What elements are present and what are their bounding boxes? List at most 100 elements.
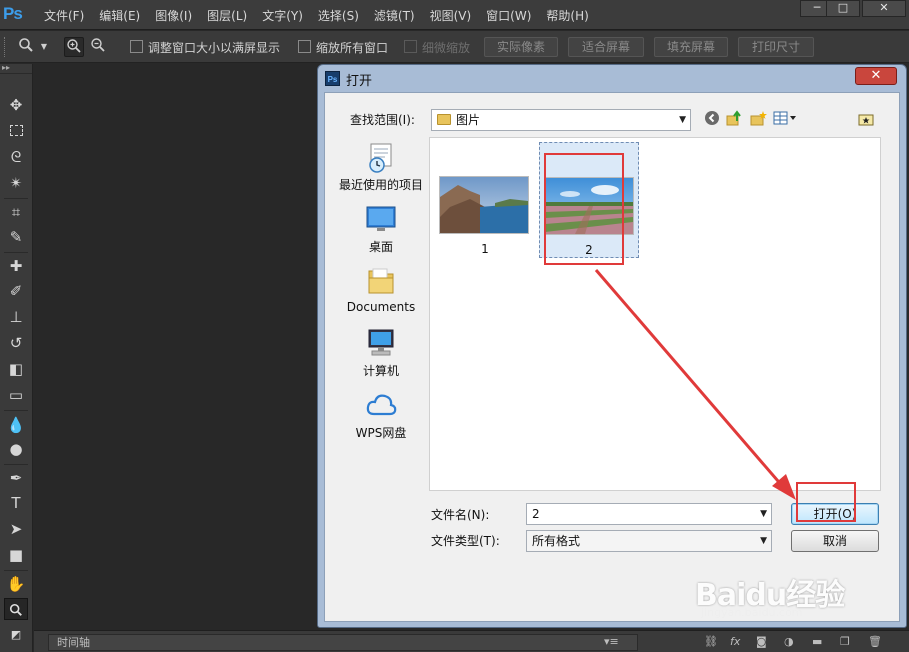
cancel-button[interactable]: 取消 <box>791 530 879 552</box>
menu-filter[interactable]: 滤镜(T) <box>374 7 415 24</box>
tools-panel-grip[interactable]: ▸▸ <box>0 64 32 74</box>
move-tool-icon[interactable]: ✥ <box>4 94 28 116</box>
lasso-tool-icon[interactable]: ᘓ <box>4 146 28 168</box>
file-item[interactable]: 1 <box>435 142 535 258</box>
healing-brush-tool-icon[interactable]: ✚ <box>4 255 28 277</box>
options-bar: ▼ 调整窗口大小以满屏显示 缩放所有窗口 细微缩放 实际像素 适合屏幕 填充屏幕… <box>0 31 909 63</box>
new-layer-icon[interactable]: ❐ <box>840 635 850 648</box>
dialog-titlebar[interactable]: Ps 打开 ✕ <box>318 65 906 91</box>
chevron-down-icon[interactable]: ▼ <box>760 531 767 551</box>
resize-windows-checkbox[interactable] <box>130 40 143 53</box>
folder-icon <box>365 265 397 297</box>
desktop-icon <box>365 203 397 235</box>
recent-items-icon <box>365 141 397 173</box>
new-folder-icon[interactable] <box>749 110 767 128</box>
menu-layer[interactable]: 图层(L) <box>207 7 247 24</box>
history-brush-tool-icon[interactable]: ↺ <box>4 332 28 354</box>
color-swatches-icon[interactable]: ◩ <box>4 624 28 646</box>
blur-tool-icon[interactable]: 💧 <box>4 414 28 436</box>
open-file-dialog: Ps 打开 ✕ 查找范围(I): 图片 ▼ 最近使用的项目 桌面 Documen… <box>317 64 907 628</box>
filename-label: 文件名(N): <box>431 508 490 522</box>
new-group-icon[interactable]: ▬ <box>812 635 822 648</box>
path-selection-tool-icon[interactable]: ➤ <box>4 518 28 540</box>
places-sidebar: 最近使用的项目 桌面 Documents 计算机 WPS网盘 <box>331 137 431 555</box>
delete-layer-icon[interactable]: 🗑 <box>868 635 882 648</box>
chevron-down-icon[interactable]: ▼ <box>760 504 767 524</box>
image-thumbnail <box>439 176 529 234</box>
rectangle-tool-icon[interactable]: ■ <box>4 544 28 566</box>
place-label: WPS网盘 <box>355 426 407 440</box>
magic-wand-tool-icon[interactable]: ✴ <box>4 172 28 194</box>
eraser-tool-icon[interactable]: ◧ <box>4 358 28 380</box>
look-in-combobox[interactable]: 图片 ▼ <box>431 109 691 131</box>
zoom-in-icon[interactable] <box>64 37 84 57</box>
hand-tool-icon[interactable]: ✋ <box>4 573 28 595</box>
close-button[interactable]: ✕ <box>862 0 906 17</box>
maximize-button[interactable]: □ <box>826 0 860 17</box>
menu-help[interactable]: 帮助(H) <box>546 7 588 24</box>
annotation-highlight-file <box>544 153 624 265</box>
place-wps-cloud[interactable]: WPS网盘 <box>331 389 431 441</box>
place-label: Documents <box>346 300 416 314</box>
adjustment-layer-icon[interactable]: ◑ <box>784 635 794 648</box>
tool-preset-dropdown-icon[interactable]: ▼ <box>38 37 50 57</box>
computer-icon <box>365 327 397 359</box>
pen-tool-icon[interactable]: ✒ <box>4 467 28 489</box>
baidu-jingyan-watermark: Baidu经验 jingyan.baidu.com <box>695 570 845 619</box>
folder-icon <box>437 114 451 125</box>
menu-type[interactable]: 文字(Y) <box>262 7 303 24</box>
actual-pixels-button[interactable]: 实际像素 <box>484 37 558 57</box>
bridge-folder-icon[interactable] <box>857 110 875 128</box>
menu-image[interactable]: 图像(I) <box>155 7 192 24</box>
filename-input[interactable]: 2 ▼ <box>526 503 772 525</box>
panel-menu-icon[interactable]: ▾≡ <box>604 635 619 648</box>
zoom-all-windows-checkbox[interactable] <box>298 40 311 53</box>
fit-screen-button[interactable]: 适合屏幕 <box>568 37 644 57</box>
type-tool-icon[interactable]: T <box>4 492 28 514</box>
menu-select[interactable]: 选择(S) <box>318 7 359 24</box>
scrubby-zoom-label: 细微缩放 <box>422 41 471 55</box>
look-in-value: 图片 <box>456 113 481 127</box>
link-layers-icon[interactable]: ⛓ <box>704 635 718 648</box>
dodge-tool-icon[interactable]: ● <box>4 438 28 460</box>
crop-tool-icon[interactable]: ⌗ <box>4 201 28 223</box>
menu-edit[interactable]: 编辑(E) <box>99 7 140 24</box>
place-desktop[interactable]: 桌面 <box>331 203 431 255</box>
filetype-value: 所有格式 <box>532 534 581 548</box>
zoom-out-icon[interactable] <box>88 37 108 57</box>
filetype-select[interactable]: 所有格式 ▼ <box>526 530 772 552</box>
menu-view[interactable]: 视图(V) <box>430 7 472 24</box>
marquee-tool-icon[interactable] <box>4 120 28 142</box>
file-name: 1 <box>481 242 489 256</box>
up-folder-icon[interactable] <box>725 110 743 128</box>
scrubby-zoom-checkbox[interactable] <box>404 40 417 53</box>
photoshop-app-icon: Ps <box>325 71 340 86</box>
tools-panel: ▸▸ ✥ ᘓ ✴ ⌗ ✎ ✚ ✐ ⊥ ↺ ◧ ▭ 💧 ● ✒ T ➤ ■ ✋ ◩ <box>0 64 33 652</box>
layer-mask-icon[interactable]: ◙ <box>756 635 767 648</box>
zoom-tool-active-icon[interactable] <box>4 598 28 620</box>
gradient-tool-icon[interactable]: ▭ <box>4 384 28 406</box>
eyedropper-tool-icon[interactable]: ✎ <box>4 226 28 248</box>
menu-window[interactable]: 窗口(W) <box>486 7 531 24</box>
filename-value: 2 <box>532 507 540 521</box>
brush-tool-icon[interactable]: ✐ <box>4 280 28 302</box>
place-documents[interactable]: Documents <box>331 265 431 314</box>
timeline-panel-bar: 时间轴 ▾≡ ⛓ fx ◙ ◑ ▬ ❐ 🗑 <box>34 630 909 652</box>
print-size-button[interactable]: 打印尺寸 <box>738 37 814 57</box>
view-menu-icon[interactable] <box>773 110 799 128</box>
zoom-tool-icon[interactable] <box>16 37 36 57</box>
menu-file[interactable]: 文件(F) <box>44 7 84 24</box>
place-computer[interactable]: 计算机 <box>331 327 431 379</box>
place-label: 最近使用的项目 <box>338 178 423 192</box>
layer-fx-icon[interactable]: fx <box>730 635 740 648</box>
timeline-tab[interactable]: 时间轴 <box>48 634 638 651</box>
place-label: 桌面 <box>368 240 393 254</box>
watermark-url: jingyan.baidu.com <box>701 606 803 619</box>
menu-items: 文件(F) 编辑(E) 图像(I) 图层(L) 文字(Y) 选择(S) 滤镜(T… <box>44 0 604 30</box>
filetype-label: 文件类型(T): <box>431 534 500 548</box>
dialog-close-button[interactable]: ✕ <box>855 67 897 85</box>
fill-screen-button[interactable]: 填充屏幕 <box>654 37 728 57</box>
place-recent-items[interactable]: 最近使用的项目 <box>331 141 431 193</box>
clone-stamp-tool-icon[interactable]: ⊥ <box>4 306 28 328</box>
back-button[interactable] <box>703 110 721 128</box>
